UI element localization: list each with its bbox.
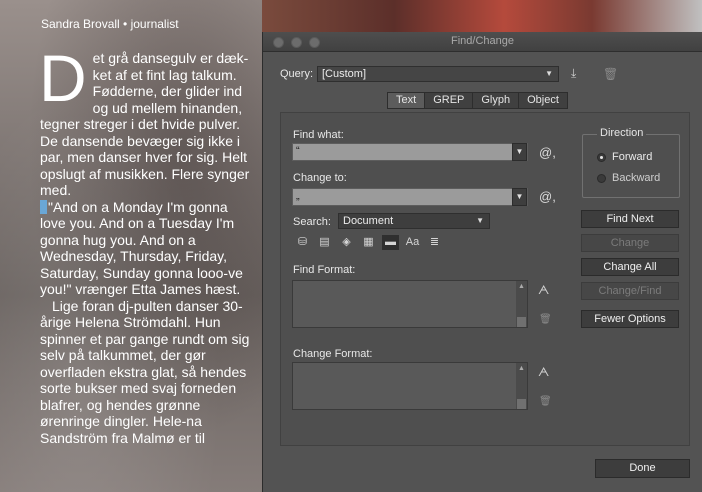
backward-label: Backward (612, 172, 661, 184)
whole-word-icon[interactable]: ≣ (426, 235, 443, 250)
forward-label: Forward (612, 151, 653, 163)
scroll-up-icon[interactable]: ▲ (518, 283, 525, 290)
footnotes-icon[interactable]: ▬ (382, 235, 399, 250)
article-page: Sandra Brovall • journalist Det grå dans… (0, 0, 262, 492)
direction-group: Direction Forward Backward (582, 127, 680, 198)
query-dropdown[interactable]: [Custom] ▼ (317, 66, 559, 82)
search-scope-value: Document (343, 215, 394, 227)
byline: Sandra Brovall • journalist (41, 17, 179, 31)
backward-radio[interactable]: Backward (597, 172, 660, 184)
direction-title: Direction (597, 127, 647, 139)
delete-query-icon[interactable]: 🗑 (603, 67, 618, 81)
special-character-replace-icon[interactable]: @, (539, 189, 556, 204)
change-to-field[interactable]: „ ▼ (292, 188, 528, 206)
query-value: [Custom] (322, 68, 367, 80)
change-all-button[interactable]: Change All (581, 258, 679, 276)
hidden-layers-icon[interactable]: ◈ (338, 235, 355, 250)
paragraph-2: "And on a Monday I'm gonna love you. And… (40, 199, 252, 298)
search-option-icons: ⛁ ▤ ◈ ▦ ▬ Aa ≣ (294, 235, 443, 250)
fewer-options-button[interactable]: Fewer Options (581, 310, 679, 328)
find-what-label: Find what: (293, 129, 344, 141)
change-to-value: „ (296, 190, 300, 202)
find-change-dialog: Find/Change Query: [Custom] ▼ ⤓ 🗑 Text G… (262, 32, 702, 492)
change-to-label: Change to: (293, 172, 347, 184)
tab-grep[interactable]: GREP (424, 92, 474, 109)
change-button[interactable]: Change (581, 234, 679, 252)
change-history-dropdown[interactable]: ▼ (512, 188, 527, 206)
text-selection-highlight (40, 199, 47, 214)
change-format-scrollbar[interactable]: ▲ (516, 363, 527, 409)
scroll-handle[interactable] (517, 317, 526, 327)
change-format-box[interactable]: ▲ (292, 362, 528, 410)
specify-find-format-icon[interactable]: ᗅ (538, 283, 549, 298)
special-character-icon[interactable]: @, (539, 145, 556, 160)
locked-layers-icon[interactable]: ⛁ (294, 235, 311, 250)
radio-selected-icon (597, 152, 606, 162)
save-query-icon[interactable]: ⤓ (571, 66, 576, 81)
chevron-down-icon: ▼ (476, 216, 484, 225)
change-format-label: Change Format: (293, 348, 373, 360)
tab-glyph[interactable]: Glyph (472, 92, 520, 109)
tab-text[interactable]: Text (387, 92, 426, 109)
find-what-field[interactable]: “ ▼ (292, 143, 528, 161)
title-bar[interactable]: Find/Change (263, 32, 702, 52)
clear-change-format-icon[interactable]: 🗑 (539, 396, 552, 407)
tab-object[interactable]: Object (518, 92, 568, 109)
paragraph-1: Det grå dansegulv er dæk-ket af et fint … (39, 41, 252, 199)
change-find-button[interactable]: Change/Find (581, 282, 679, 300)
done-button[interactable]: Done (595, 459, 690, 478)
drop-cap: D (39, 41, 87, 115)
radio-unselected-icon (597, 173, 606, 183)
paragraph-3: Lige foran dj-pulten danser 30-årige Hel… (40, 297, 250, 446)
background-photo (262, 0, 702, 32)
find-history-dropdown[interactable]: ▼ (512, 143, 527, 161)
dialog-title: Find/Change (451, 35, 514, 47)
find-next-button[interactable]: Find Next (581, 210, 679, 228)
specify-change-format-icon[interactable]: ᗅ (538, 365, 549, 380)
forward-radio[interactable]: Forward (597, 151, 652, 163)
find-format-scrollbar[interactable]: ▲ (516, 281, 527, 327)
locked-stories-icon[interactable]: ▤ (316, 235, 333, 250)
scroll-up-icon[interactable]: ▲ (518, 365, 525, 372)
scroll-handle[interactable] (517, 399, 526, 409)
search-type-tabs: Text GREP Glyph Object (387, 92, 568, 109)
search-label: Search: (293, 216, 331, 228)
find-what-value: “ (296, 145, 300, 157)
query-label: Query: (280, 68, 314, 80)
find-format-box[interactable]: ▲ (292, 280, 528, 328)
chevron-down-icon: ▼ (545, 69, 553, 78)
master-pages-icon[interactable]: ▦ (360, 235, 377, 250)
find-format-label: Find Format: (293, 264, 356, 276)
article-body[interactable]: Det grå dansegulv er dæk-ket af et fint … (39, 41, 252, 446)
search-scope-dropdown[interactable]: Document ▼ (338, 213, 490, 229)
clear-find-format-icon[interactable]: 🗑 (539, 314, 552, 325)
paragraph-2-text: "And on a Monday I'm gonna love you. And… (40, 198, 243, 298)
case-sensitive-icon[interactable]: Aa (404, 235, 421, 250)
